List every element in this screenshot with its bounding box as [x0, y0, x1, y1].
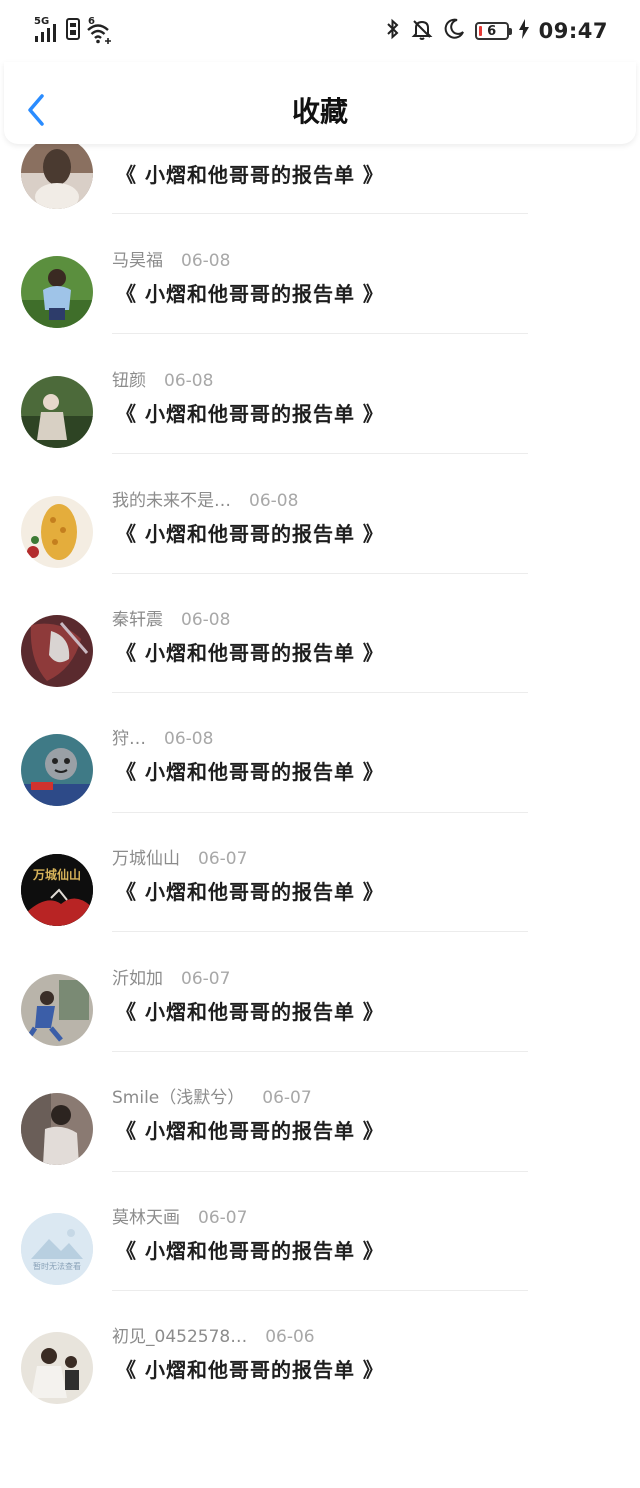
item-title: 《 小熠和他哥哥的报告单 》: [116, 282, 384, 306]
item-meta: 我的未来不是… 06-08: [112, 486, 298, 511]
item-title: 《 小熠和他哥哥的报告单 》: [116, 163, 384, 187]
avatar: 万城仙山: [21, 854, 93, 926]
author-name[interactable]: 万城仙山: [112, 849, 180, 869]
list-item[interactable]: 沂如加 06-07 《 小熠和他哥哥的报告单 》: [0, 969, 640, 1130]
item-meta: Smile（浅默兮） 06-07: [112, 1083, 312, 1108]
moon-icon: [443, 18, 465, 44]
clock: 09:47: [538, 19, 608, 43]
author-name[interactable]: 狩…: [112, 729, 146, 749]
item-title: 《 小熠和他哥哥的报告单 》: [116, 1239, 384, 1263]
divider: [112, 812, 528, 813]
item-date: 06-06: [265, 1327, 315, 1347]
item-title: 《 小熠和他哥哥的报告单 》: [116, 880, 384, 904]
avatar: [21, 1093, 93, 1165]
item-title: 《 小熠和他哥哥的报告单 》: [116, 760, 384, 784]
avatar: [21, 376, 93, 448]
status-bar: 5G 6 6 09:47: [0, 0, 640, 62]
divider: [112, 931, 528, 932]
list-item[interactable]: 万城仙山 万城仙山 06-07 《 小熠和他哥哥的报告单 》: [0, 849, 640, 1010]
avatar: 暂时无法查看: [21, 1213, 93, 1285]
author-name[interactable]: 初见_0452578…: [112, 1327, 247, 1347]
charging-icon: [518, 19, 529, 43]
item-date: 06-07: [262, 1088, 312, 1108]
list-item[interactable]: 我的未来不是… 06-08 《 小熠和他哥哥的报告单 》: [0, 491, 640, 652]
divider: [112, 1171, 528, 1172]
mute-bell-icon: [411, 18, 433, 44]
wifi-icon: 6: [86, 16, 114, 44]
author-name[interactable]: 马昊福: [112, 251, 163, 271]
divider: [112, 333, 528, 334]
author-name[interactable]: 我的未来不是…: [112, 491, 231, 511]
divider: [112, 453, 528, 454]
item-meta: 初见_0452578… 06-06: [112, 1322, 315, 1347]
item-meta: 沂如加 06-07: [112, 964, 230, 989]
sim-icon: [66, 18, 80, 44]
avatar: [21, 1332, 93, 1404]
avatar: [21, 496, 93, 568]
signal-icon: 5G: [34, 16, 60, 44]
list-item[interactable]: 狩… 06-08 《 小熠和他哥哥的报告单 》: [0, 729, 640, 890]
item-date: 06-08: [181, 251, 231, 271]
avatar: [21, 137, 93, 209]
author-name[interactable]: 秦轩震: [112, 610, 163, 630]
item-title: 《 小熠和他哥哥的报告单 》: [116, 641, 384, 665]
battery-level: 6: [487, 23, 497, 39]
status-right: 6 09:47: [385, 18, 608, 44]
item-meta: 莫林天画 06-07: [112, 1203, 247, 1228]
author-name[interactable]: 沂如加: [112, 969, 163, 989]
list-item[interactable]: 秦轩震 06-08 《 小熠和他哥哥的报告单 》: [0, 610, 640, 771]
author-name[interactable]: 钮颜: [112, 371, 146, 391]
bluetooth-icon: [385, 18, 401, 44]
item-date: 06-08: [249, 491, 299, 511]
header: 收藏: [4, 62, 636, 144]
list-item[interactable]: 《 小熠和他哥哥的报告单 》: [0, 137, 640, 293]
item-title: 《 小熠和他哥哥的报告单 》: [116, 1358, 384, 1382]
avatar: [21, 615, 93, 687]
item-meta: 钮颜 06-08: [112, 366, 213, 391]
item-meta: 马昊福 06-08: [112, 246, 230, 271]
item-date: 06-08: [164, 371, 214, 391]
list-item[interactable]: 钮颜 06-08 《 小熠和他哥哥的报告单 》: [0, 371, 640, 532]
divider: [112, 573, 528, 574]
item-title: 《 小熠和他哥哥的报告单 》: [116, 402, 384, 426]
status-left: 5G 6: [34, 16, 114, 44]
battery-icon: 6: [474, 22, 512, 40]
author-name[interactable]: Smile（浅默兮）: [112, 1088, 244, 1108]
item-meta: 万城仙山 06-07: [112, 844, 247, 869]
divider: [112, 692, 528, 693]
item-title: 《 小熠和他哥哥的报告单 》: [116, 522, 384, 546]
list-item[interactable]: 初见_0452578… 06-06 《 小熠和他哥哥的报告单 》: [0, 1327, 640, 1488]
item-meta: 秦轩震 06-08: [112, 605, 230, 630]
item-date: 06-07: [198, 1208, 248, 1228]
divider: [112, 213, 528, 214]
item-meta: 狩… 06-08: [112, 724, 213, 749]
list-item[interactable]: 暂时无法查看 莫林天画 06-07 《 小熠和他哥哥的报告单 》: [0, 1208, 640, 1369]
avatar: [21, 734, 93, 806]
item-date: 06-07: [181, 969, 231, 989]
avatar: [21, 256, 93, 328]
page-title: 收藏: [291, 95, 348, 128]
wifi-badge: 6: [88, 16, 95, 27]
item-title: 《 小熠和他哥哥的报告单 》: [116, 1119, 384, 1143]
avatar: [21, 974, 93, 1046]
divider: [112, 1051, 528, 1052]
divider: [112, 1290, 528, 1291]
avatar-caption: 万城仙山: [32, 868, 81, 882]
item-title: 《 小熠和他哥哥的报告单 》: [116, 1000, 384, 1024]
item-date: 06-08: [164, 729, 214, 749]
item-date: 06-07: [198, 849, 248, 869]
list-item[interactable]: Smile（浅默兮） 06-07 《 小熠和他哥哥的报告单 》: [0, 1088, 640, 1249]
item-date: 06-08: [181, 610, 231, 630]
avatar-caption: 暂时无法查看: [33, 1262, 81, 1271]
author-name[interactable]: 莫林天画: [112, 1208, 180, 1228]
list-item[interactable]: 马昊福 06-08 《 小熠和他哥哥的报告单 》: [0, 251, 640, 412]
